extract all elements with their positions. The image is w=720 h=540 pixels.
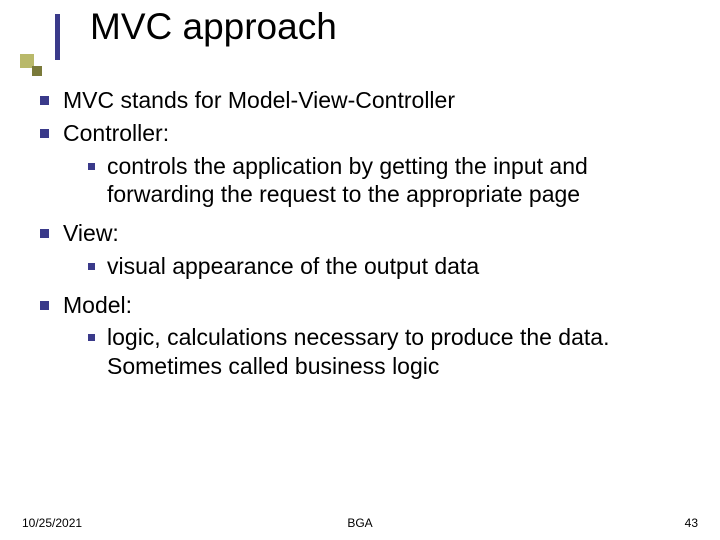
bullet-square-icon [88, 263, 95, 270]
slide: MVC approach MVC stands for Model-View-C… [0, 0, 720, 540]
title-vertical-bar [55, 14, 60, 60]
bullet-square-icon [88, 334, 95, 341]
bullet-text: Model: [63, 291, 690, 320]
bullet-item: Controller: [40, 119, 690, 148]
bullet-square-icon [88, 163, 95, 170]
bullet-square-icon [40, 96, 49, 105]
title-area: MVC approach [0, 0, 720, 72]
footer-center: BGA [0, 516, 720, 530]
bullet-text: logic, calculations necessary to produce… [107, 323, 690, 381]
bullet-text: controls the application by getting the … [107, 152, 690, 210]
bullet-item: View: [40, 219, 690, 248]
slide-title: MVC approach [90, 6, 337, 48]
title-square-small-icon [32, 66, 42, 76]
bullet-text: View: [63, 219, 690, 248]
bullet-text: visual appearance of the output data [107, 252, 690, 281]
bullet-square-icon [40, 301, 49, 310]
footer-page-number: 43 [685, 516, 698, 530]
bullet-subitem: logic, calculations necessary to produce… [40, 323, 690, 381]
bullet-subitem: controls the application by getting the … [40, 152, 690, 210]
bullet-item: Model: [40, 291, 690, 320]
bullet-text: Controller: [63, 119, 690, 148]
bullet-item: MVC stands for Model-View-Controller [40, 86, 690, 115]
bullet-square-icon [40, 229, 49, 238]
bullet-square-icon [40, 129, 49, 138]
bullet-subitem: visual appearance of the output data [40, 252, 690, 281]
content-body: MVC stands for Model-View-Controller Con… [40, 86, 690, 391]
bullet-text: MVC stands for Model-View-Controller [63, 86, 690, 115]
